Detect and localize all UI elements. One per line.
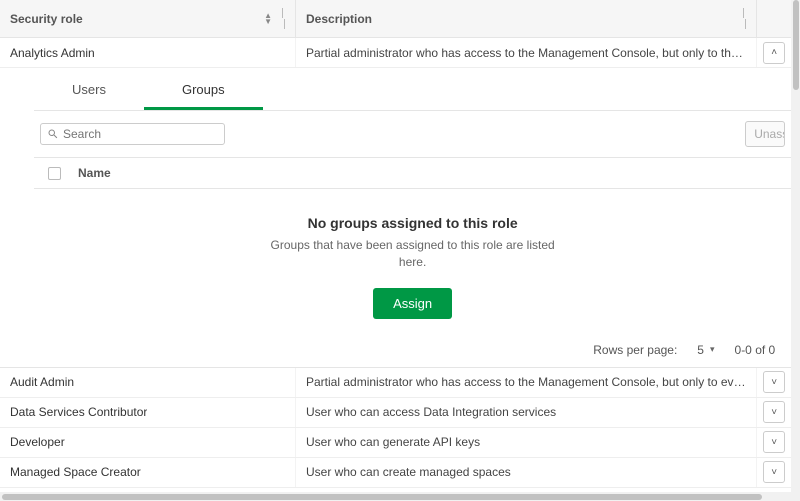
expand-row-button[interactable]: ˅: [763, 371, 785, 393]
vertical-scrollbar-thumb[interactable]: [793, 0, 799, 90]
table-row[interactable]: Managed Space Creator User who can create…: [0, 458, 791, 488]
assign-button[interactable]: Assign: [373, 288, 452, 319]
inner-pagination: Rows per page: 5 ▾ 0-0 of 0: [34, 333, 791, 367]
horizontal-scrollbar[interactable]: [0, 492, 791, 501]
inner-column-header-name[interactable]: Name: [74, 158, 791, 188]
search-input[interactable]: [63, 127, 218, 141]
search-icon: [47, 127, 59, 141]
select-all-checkbox[interactable]: [48, 167, 61, 180]
chevron-down-icon: ˅: [771, 437, 777, 448]
chevron-down-icon: ˅: [771, 377, 777, 388]
tab-users[interactable]: Users: [34, 72, 144, 110]
cell-description: Partial administrator who has access to …: [306, 375, 746, 389]
cell-description: Partial administrator who has access to …: [306, 46, 746, 60]
vertical-scrollbar[interactable]: [791, 0, 800, 501]
empty-body: Groups that have been assigned to this r…: [263, 237, 563, 272]
main-content: Security role ▲▼ Description Analytics A…: [0, 0, 791, 501]
column-header-description[interactable]: Description: [296, 0, 757, 37]
inner-table-header: Name: [34, 157, 791, 189]
cell-role: Analytics Admin: [10, 46, 95, 60]
tab-groups[interactable]: Groups: [144, 72, 263, 110]
search-input-wrapper[interactable]: [40, 123, 225, 145]
cell-role: Managed Space Creator: [10, 465, 141, 479]
chevron-up-icon: ˄: [771, 47, 777, 58]
table-row[interactable]: Analytics Admin Partial administrator wh…: [0, 38, 791, 68]
row-detail-panel: Users Groups Unassign Name: [0, 72, 791, 368]
detail-tabs: Users Groups: [34, 72, 791, 111]
select-all-cell[interactable]: [34, 158, 74, 188]
column-resize-handle-icon[interactable]: [282, 8, 285, 29]
table-row[interactable]: Audit Admin Partial administrator who has…: [0, 368, 791, 398]
cell-description: User who can create managed spaces: [306, 465, 511, 479]
horizontal-scrollbar-thumb[interactable]: [2, 494, 762, 500]
column-header-security-role[interactable]: Security role ▲▼: [0, 0, 296, 37]
table-row[interactable]: Developer User who can generate API keys ˅: [0, 428, 791, 458]
table-body: Audit Admin Partial administrator who has…: [0, 368, 791, 488]
column-header-label: Description: [306, 12, 372, 26]
chevron-down-icon: ˅: [771, 467, 777, 478]
cell-role: Data Services Contributor: [10, 405, 147, 419]
chevron-down-icon: ▾: [710, 344, 715, 355]
cell-description: User who can access Data Integration ser…: [306, 405, 556, 419]
rows-per-page-select[interactable]: 5 ▾: [697, 343, 714, 357]
rows-per-page-label: Rows per page:: [593, 343, 677, 357]
rows-per-page-value: 5: [697, 343, 704, 357]
detail-toolbar: Unassign: [34, 111, 791, 157]
chevron-down-icon: ˅: [771, 407, 777, 418]
page-range: 0-0 of 0: [735, 343, 776, 357]
column-header-expand: [757, 0, 791, 37]
expand-row-button[interactable]: ˅: [763, 461, 785, 483]
cell-role: Audit Admin: [10, 375, 74, 389]
cell-role: Developer: [10, 435, 65, 449]
sort-icon[interactable]: ▲▼: [264, 13, 272, 25]
cell-description: User who can generate API keys: [306, 435, 480, 449]
expand-row-button[interactable]: ˅: [763, 401, 785, 423]
empty-title: No groups assigned to this role: [44, 215, 781, 231]
column-header-label: Security role: [10, 12, 83, 26]
empty-state: No groups assigned to this role Groups t…: [34, 189, 791, 333]
column-resize-handle-icon[interactable]: [743, 8, 746, 29]
unassign-button: Unassign: [745, 121, 785, 147]
table-row[interactable]: Data Services Contributor User who can ac…: [0, 398, 791, 428]
table-header-row: Security role ▲▼ Description: [0, 0, 791, 38]
collapse-row-button[interactable]: ˄: [763, 42, 785, 64]
expand-row-button[interactable]: ˅: [763, 431, 785, 453]
